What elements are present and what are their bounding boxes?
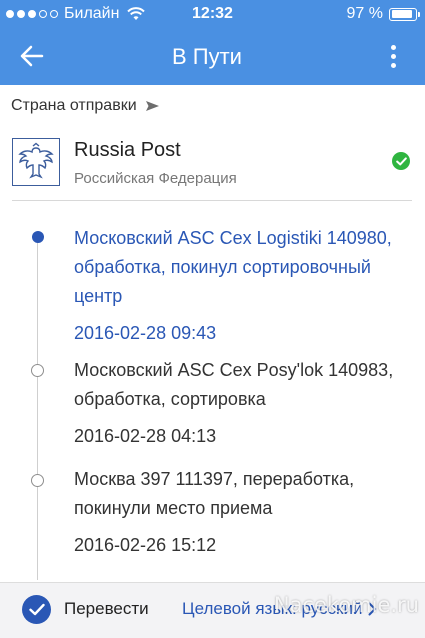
app-bar: В Пути [0,28,425,85]
event-time: 2016-02-28 09:43 [74,323,217,343]
translate-toggle[interactable] [22,595,51,624]
origin-label: Страна отправки [11,97,137,114]
tracking-event: Московский ASC Cex Posy'lok 140983, обра… [74,356,413,448]
status-bar-right: 97 % [346,5,420,23]
battery-icon [389,7,420,21]
more-vertical-icon [390,44,396,50]
arrow-left-icon [20,45,44,67]
carrier-country: Российская Федерация [74,170,237,187]
timeline-marker-active [32,231,44,243]
timeline-line [37,240,38,580]
event-time: 2016-02-28 04:13 [74,426,217,446]
page-title: В Пути [172,44,242,69]
divider [12,200,412,201]
more-options-button[interactable] [383,40,403,72]
origin-section-label: Страна отправки [11,97,160,115]
timeline-marker [31,364,44,377]
checkmark-icon [28,603,45,616]
translate-label: Перевести [64,599,149,618]
status-bar: Билайн 12:32 97 % [0,0,425,28]
back-button[interactable] [14,40,50,72]
event-description: Московский ASC Cex Posy'lok 140983, обра… [74,360,394,409]
eagle-emblem-icon [18,142,54,179]
tracking-event: Москва 397 111397, переработка, покинули… [74,465,413,557]
carrier-row[interactable]: Russia Post Российская Федерация [12,133,412,189]
watermark: Nacekomie.ru [273,593,419,617]
carrier-title: Russia Post [74,139,181,161]
russia-post-logo [12,138,60,186]
tracking-event: Московский ASC Cex Logistiki 140980, обр… [74,224,413,345]
timeline-marker [31,474,44,487]
check-circle-icon [392,152,410,170]
battery-percent: 97 % [346,5,383,22]
event-description: Москва 397 111397, переработка, покинули… [74,469,355,518]
event-time: 2016-02-26 15:12 [74,535,217,555]
header: Билайн 12:32 97 % В Пути [0,0,425,85]
send-icon [145,101,159,111]
event-description: Московский ASC Cex Logistiki 140980, обр… [74,228,392,306]
